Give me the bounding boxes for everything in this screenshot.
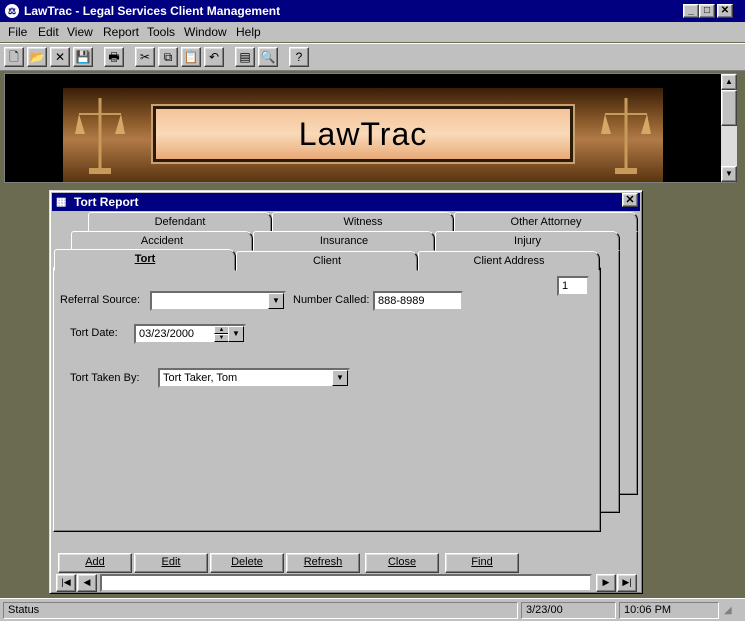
refresh-button[interactable]: Refresh xyxy=(286,553,360,573)
delete-button[interactable]: Delete xyxy=(210,553,284,573)
tort-taken-by-label: Tort Taken By: xyxy=(70,372,140,384)
status-time: 10:06 PM xyxy=(619,602,719,619)
menu-help[interactable]: Help xyxy=(236,25,261,39)
menu-file[interactable]: File xyxy=(8,25,27,39)
app-title: LawTrac - Legal Services Client Manageme… xyxy=(24,4,281,18)
next-record-icon[interactable]: ▶ xyxy=(596,574,616,592)
cut-icon[interactable]: ✂ xyxy=(135,47,155,67)
lawtrac-banner: LawTrac xyxy=(63,88,663,182)
close-form-button[interactable]: Close xyxy=(365,553,439,573)
record-navigation-field[interactable] xyxy=(100,574,592,592)
resize-grip-icon[interactable]: ◢ xyxy=(724,605,732,616)
tab-accident[interactable]: Accident xyxy=(71,231,253,251)
scales-of-justice-icon xyxy=(601,98,651,174)
new-icon[interactable]: 🗋 xyxy=(4,47,24,67)
menu-bar: File Edit View Report Tools Window Help xyxy=(0,22,745,42)
tort-date-label: Tort Date: xyxy=(70,327,118,339)
banner-plaque: LawTrac xyxy=(153,106,573,162)
menu-edit[interactable]: Edit xyxy=(38,25,59,39)
tab-client[interactable]: Client xyxy=(236,251,418,271)
delete-icon[interactable]: ✕ xyxy=(50,47,70,67)
minimize-button[interactable]: _ xyxy=(683,4,699,18)
child-close-button[interactable]: ✕ xyxy=(622,193,638,207)
scroll-down-icon[interactable]: ▼ xyxy=(721,166,737,182)
find-button[interactable]: Find xyxy=(445,553,519,573)
banner-area: LawTrac ▲ ▼ xyxy=(4,73,737,183)
tab-defendant[interactable]: Defendant xyxy=(88,212,272,232)
spin-down-icon[interactable]: ▼ xyxy=(214,334,229,342)
number-called-field[interactable]: 888-8989 xyxy=(373,291,463,311)
form-icon: ▦ xyxy=(56,196,67,208)
chevron-down-icon[interactable]: ▼ xyxy=(268,293,284,309)
maximize-button[interactable]: □ xyxy=(699,4,715,18)
previous-record-icon[interactable]: ◀ xyxy=(77,574,97,592)
paste-icon[interactable]: 📋 xyxy=(181,47,201,67)
edit-button[interactable]: Edit xyxy=(134,553,208,573)
properties-icon[interactable]: ▤ xyxy=(235,47,255,67)
last-record-icon[interactable]: ▶| xyxy=(617,574,637,592)
print-icon[interactable]: 🖶 xyxy=(104,47,124,67)
find-icon[interactable]: 🔍 xyxy=(258,47,278,67)
close-button[interactable]: ✕ xyxy=(717,4,733,18)
banner-scrollbar[interactable]: ▲ ▼ xyxy=(721,74,737,182)
menu-window[interactable]: Window xyxy=(184,25,227,39)
scroll-up-icon[interactable]: ▲ xyxy=(721,74,737,90)
tab-client-address[interactable]: Client Address xyxy=(418,251,600,271)
tab-witness[interactable]: Witness xyxy=(272,212,454,232)
tort-taken-by-select[interactable]: Tort Taker, Tom ▼ xyxy=(158,368,350,388)
tab-other-attorney[interactable]: Other Attorney xyxy=(454,212,638,232)
copy-icon[interactable]: ⧉ xyxy=(158,47,178,67)
app-icon[interactable]: ⚖ xyxy=(5,4,19,18)
tort-date-field[interactable]: 03/23/2000 ▲ ▼ ▼ xyxy=(134,324,246,344)
toolbar: 🗋 📂 ✕ 💾 🖶 ✂ ⧉ 📋 ↶ ▤ 🔍 ? xyxy=(0,43,745,71)
referral-source-select[interactable]: ▼ xyxy=(150,291,286,311)
record-number-field[interactable]: 1 xyxy=(557,276,589,296)
undo-icon[interactable]: ↶ xyxy=(204,47,224,67)
app-title-bar: ⚖ LawTrac - Legal Services Client Manage… xyxy=(0,0,745,22)
status-date: 3/23/00 xyxy=(521,602,616,619)
child-window-title: Tort Report xyxy=(74,195,139,209)
chevron-down-icon[interactable]: ▼ xyxy=(332,370,348,386)
tab-insurance[interactable]: Insurance xyxy=(253,231,435,251)
child-title-bar: ▦ Tort Report xyxy=(52,193,640,211)
chevron-down-icon[interactable]: ▼ xyxy=(228,326,244,342)
tort-report-window: ▦ Tort Report ✕ Defendant Witness Other … xyxy=(49,190,643,594)
referral-source-label: Referral Source: xyxy=(60,294,141,306)
save-icon[interactable]: 💾 xyxy=(73,47,93,67)
number-called-label: Number Called: xyxy=(293,294,370,306)
status-bar: Status 3/23/00 10:06 PM ◢ xyxy=(0,598,745,621)
spin-up-icon[interactable]: ▲ xyxy=(214,326,229,334)
tab-page-tort: 1 Referral Source: ▼ Number Called: 888-… xyxy=(53,267,601,532)
open-icon[interactable]: 📂 xyxy=(27,47,47,67)
menu-view[interactable]: View xyxy=(67,25,93,39)
status-text: Status xyxy=(3,602,518,619)
add-button[interactable]: Add xyxy=(58,553,132,573)
tab-injury[interactable]: Injury xyxy=(435,231,620,251)
menu-tools[interactable]: Tools xyxy=(147,25,175,39)
scales-of-justice-icon xyxy=(75,98,125,174)
tab-tort[interactable]: Tort xyxy=(54,249,236,271)
first-record-icon[interactable]: |◀ xyxy=(56,574,76,592)
help-icon[interactable]: ? xyxy=(289,47,309,67)
menu-report[interactable]: Report xyxy=(103,25,139,39)
scroll-thumb[interactable] xyxy=(721,90,737,126)
banner-title: LawTrac xyxy=(298,116,428,152)
